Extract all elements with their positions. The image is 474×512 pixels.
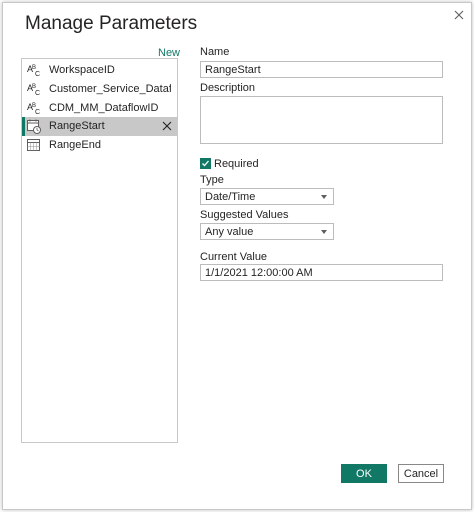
description-label: Description [200,82,256,94]
abc-text-icon: ABC [27,64,40,78]
dialog-title: Manage Parameters [25,13,198,34]
parameter-item-customer-service-dataflow[interactable]: ABC Customer_Service_Dataflow... [22,80,177,99]
close-icon [454,10,464,20]
type-label: Type [200,174,224,186]
suggested-values-label: Suggested Values [200,209,289,221]
svg-text:C: C [35,109,40,116]
type-select[interactable]: Date/Time [200,188,334,205]
abc-text-icon: ABC [27,102,40,116]
parameter-item-label: RangeEnd [49,139,101,151]
parameter-item-rangestart[interactable]: RangeStart [22,117,177,136]
required-label: Required [214,158,259,170]
description-textarea[interactable] [200,96,443,144]
close-icon [162,121,172,131]
checkmark-icon [202,160,209,167]
svg-text:C: C [35,90,40,97]
name-label: Name [200,46,230,58]
abc-text-icon: ABC [27,83,40,97]
parameter-item-label: CDM_MM_DataflowID [49,102,159,114]
ok-button[interactable]: OK [341,464,387,483]
parameter-item-cdm-mm-dataflowid[interactable]: ABC CDM_MM_DataflowID [22,99,177,118]
delete-parameter-button[interactable] [160,119,174,133]
svg-text:C: C [35,71,40,78]
type-select-value: Date/Time [205,190,256,203]
parameter-item-label: WorkspaceID [49,64,115,76]
current-value-input[interactable]: 1/1/2021 12:00:00 AM [200,264,443,281]
caret-down-icon [321,195,327,199]
suggested-values-select[interactable]: Any value [200,223,334,240]
parameter-item-label: Customer_Service_Dataflow... [49,83,171,95]
close-button[interactable] [449,5,469,25]
name-input[interactable]: RangeStart [200,61,443,78]
parameter-item-label: RangeStart [49,120,105,132]
parameter-item-workspaceid[interactable]: ABC WorkspaceID [22,61,177,80]
calendar-icon [27,139,40,151]
required-checkbox[interactable] [200,158,211,169]
calendar-clock-icon [27,119,41,134]
parameter-item-rangeend[interactable]: RangeEnd [22,136,177,155]
current-value-label: Current Value [200,251,268,263]
parameter-list: ABC WorkspaceID ABC Customer_Service_Dat… [21,58,178,443]
cancel-button[interactable]: Cancel [398,464,444,483]
caret-down-icon [321,230,327,234]
suggested-values-value: Any value [205,225,254,238]
